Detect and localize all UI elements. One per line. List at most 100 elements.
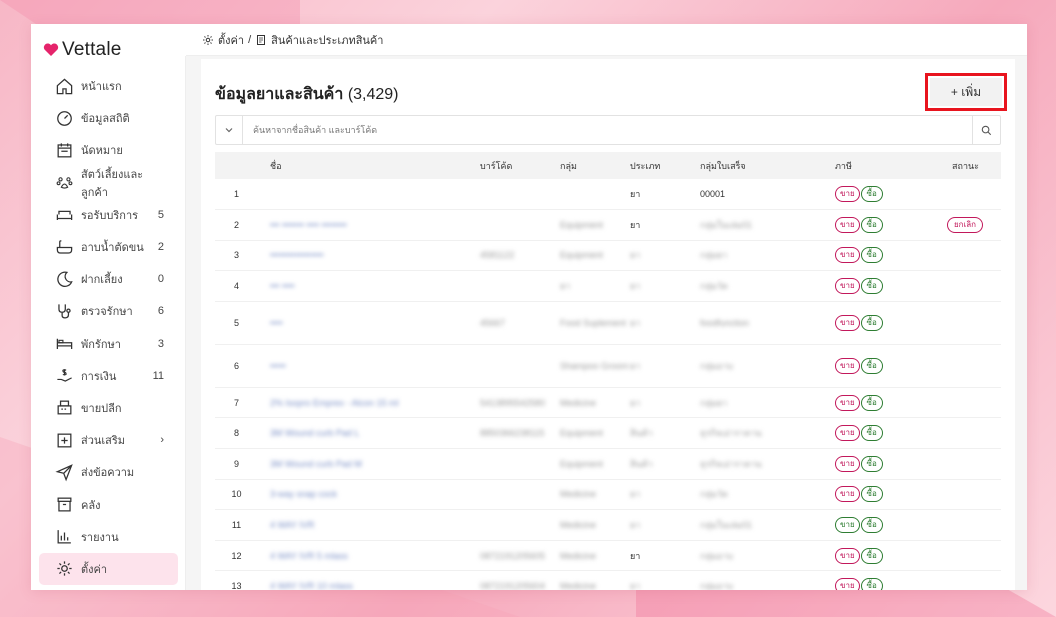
- col-header-receipt-group[interactable]: กลุ่มใบเสร็จ: [700, 152, 835, 179]
- cell-group: Shampoo Groom: [560, 344, 630, 388]
- cell-number: 10: [215, 479, 270, 511]
- calendar-icon: [55, 141, 74, 160]
- cell-status: [930, 540, 1001, 572]
- cell-tax: ขาย ซื้อ: [835, 509, 930, 541]
- col-header-barcode[interactable]: บาร์โค้ด: [480, 152, 560, 179]
- cell-name-text[interactable]: 3-way snap cock: [270, 489, 337, 499]
- cell-barcode: 45667: [480, 301, 560, 345]
- cell-barcode: [480, 179, 560, 211]
- col-header-tax[interactable]: ภาษี: [835, 152, 930, 179]
- table-row[interactable]: 1 ยา 00001 ขาย ซื้อ: [215, 179, 1001, 211]
- cell-name-text[interactable]: ••• ••••••• •••• ••••••••: [270, 220, 347, 230]
- buy-badge: ซื้อ: [860, 186, 883, 203]
- search-button[interactable]: [972, 116, 1000, 144]
- table-row[interactable]: 3 ••••••••••••••••• 4581122 Equipment ยา กลุ่…: [215, 240, 1001, 272]
- cell-name-text[interactable]: 4 WAY IVR 5 mlass: [270, 551, 348, 561]
- table-row[interactable]: 10 3-way snap cock Medicine ยา กลุ่มวัด ขาย ซื…: [215, 479, 1001, 511]
- cell-name-text[interactable]: 4 WAY IVR 10 mlass: [270, 581, 353, 590]
- sell-badge: ขาย: [835, 547, 860, 564]
- app-logo[interactable]: Vettale: [31, 38, 186, 62]
- sidebar-item[interactable]: ตั้งค่า: [39, 552, 178, 585]
- cell-number: 2: [215, 209, 270, 241]
- cell-receipt-group-text: 00001: [700, 189, 726, 200]
- gear-icon: [55, 559, 74, 578]
- table-row[interactable]: 5 •••• 45667 Food Suplement ยา foodfunction ขา…: [215, 301, 1001, 345]
- table-row[interactable]: 11 4 WAY IVR Medicine ยา กลุ่มในเล่ม01 ขาย ซื้…: [215, 509, 1001, 541]
- table-row[interactable]: 2 ••• ••••••• •••• •••••••• Equipment ยา กลุ…: [215, 209, 1001, 241]
- sidebar-item[interactable]: การเงิน 11: [39, 360, 178, 392]
- cell-name-text[interactable]: 2% Isopro Emprex - Alcon 15 ml: [270, 398, 399, 408]
- breadcrumb-current: สินค้าและประเภทสินค้า: [271, 34, 384, 47]
- cell-name-text[interactable]: ••• ••••: [270, 281, 295, 291]
- sidebar-item[interactable]: สัตว์เลี้ยงและลูกค้า: [39, 167, 178, 199]
- cell-type-text: ยา: [630, 397, 641, 408]
- cell-receipt-group: กลุ่มวัด: [700, 270, 835, 302]
- col-header-name[interactable]: ชื่อ: [270, 152, 480, 179]
- table-row[interactable]: 8 3M Wound curb Pad L 8850366238115 Equipme…: [215, 417, 1001, 450]
- sidebar-item[interactable]: รอรับบริการ 5: [39, 199, 178, 231]
- sidebar-item[interactable]: ส่วนเสริม ›: [39, 424, 178, 456]
- breadcrumb-root[interactable]: ตั้งค่า: [218, 31, 244, 49]
- cell-number: 6: [215, 344, 270, 388]
- sidebar-item[interactable]: ข้อมูลสถิติ: [39, 102, 178, 134]
- sidebar-item[interactable]: ฝากเลี้ยง 0: [39, 263, 178, 295]
- sell-badge: ขาย: [835, 357, 860, 374]
- table-row[interactable]: 13 4 WAY IVR 10 mlass 0872191205604 Medicin…: [215, 570, 1001, 590]
- cell-receipt-group-text: กลุ่มวัด: [700, 489, 728, 500]
- table-row[interactable]: 4 ••• •••• ยา ยา กลุ่มวัด ขาย ซื้อ: [215, 270, 1001, 302]
- table-row[interactable]: 12 4 WAY IVR 5 mlass 0872191205605 Medicine…: [215, 540, 1001, 572]
- sidebar-item[interactable]: พักรักษา 3: [39, 328, 178, 360]
- table-row[interactable]: 9 3M Wound curb Pad M Equipment สินค้า ธุรกิ…: [215, 448, 1001, 480]
- search-input[interactable]: [243, 116, 972, 144]
- cell-name-text[interactable]: 4 WAY IVR: [270, 520, 314, 530]
- col-header-group[interactable]: กลุ่ม: [560, 152, 630, 179]
- search-filter-dropdown[interactable]: [216, 116, 243, 144]
- sidebar-item-count: 6: [157, 305, 164, 318]
- cell-tax: ขาย ซื้อ: [835, 240, 930, 272]
- cell-name-text[interactable]: ••••: [270, 318, 283, 328]
- table-row[interactable]: 6 ••••• Shampoo Groom ยา กลุ่มอาบ ขาย ซื้อ: [215, 344, 1001, 388]
- cell-number: 3: [215, 240, 270, 272]
- app-window: Vettale หน้าแรกข้อมูลสถิติ นัดหมาย สัตว์เล…: [31, 24, 1027, 590]
- cell-tax: ขาย ซื้อ: [835, 179, 930, 211]
- col-header-type[interactable]: ประเภท: [630, 152, 700, 179]
- sidebar-item[interactable]: ขายปลีก: [39, 392, 178, 424]
- cell-tax: ขาย ซื้อ: [835, 448, 930, 480]
- table-header-row: ชื่อ บาร์โค้ด กลุ่ม ประเภท กลุ่มใบเสร็จ …: [215, 152, 1001, 179]
- cell-name-text[interactable]: 3M Wound curb Pad L: [270, 428, 359, 438]
- sidebar-item[interactable]: คลัง: [39, 488, 178, 520]
- sidebar-item[interactable]: หน้าแรก: [39, 70, 178, 102]
- cell-barcode: 5413895542580: [480, 387, 560, 419]
- table-row[interactable]: 7 2% Isopro Emprex - Alcon 15 ml 541389554…: [215, 387, 1001, 419]
- sofa-icon: [55, 205, 74, 224]
- cell-receipt-group-text: กลุ่มอาบ: [700, 581, 734, 590]
- stethoscope-icon: [55, 302, 74, 321]
- cell-number-text: 1: [233, 189, 239, 200]
- sidebar-item[interactable]: ส่งข้อความ: [39, 456, 178, 488]
- cell-group: [560, 179, 630, 211]
- col-header-status[interactable]: สถานะ: [930, 152, 1001, 179]
- sidebar-item[interactable]: นัดหมาย: [39, 134, 178, 166]
- sidebar-item-label: หน้าแรก: [81, 81, 122, 94]
- cell-tax: ขาย ซื้อ: [835, 301, 930, 345]
- cell-type: ยา: [630, 179, 700, 211]
- cell-group: Equipment: [560, 417, 630, 450]
- cell-receipt-group: foodfunction: [700, 301, 835, 345]
- sidebar-item[interactable]: อาบน้ำตัดขน 2: [39, 231, 178, 263]
- add-button[interactable]: + เพิ่ม: [930, 78, 1002, 106]
- cell-group-text: Equipment: [560, 250, 604, 261]
- cell-receipt-group: กลุ่มวัด: [700, 479, 835, 511]
- sidebar-item[interactable]: ตรวจรักษา 6: [39, 295, 178, 327]
- cell-receipt-group-text: กลุ่มในเล่ม01: [700, 219, 752, 230]
- search-bar: [215, 115, 1001, 145]
- cell-name-text[interactable]: •••••••••••••••••: [270, 250, 324, 260]
- sidebar-item-label: อาบน้ำตัดขน: [81, 242, 144, 255]
- cell-name-text[interactable]: •••••: [270, 361, 286, 371]
- cell-name-text[interactable]: 3M Wound curb Pad M: [270, 459, 362, 469]
- cell-tax: ขาย ซื้อ: [835, 540, 930, 572]
- buy-badge: ซื้อ: [860, 278, 883, 295]
- cell-type-text: ยา: [630, 250, 641, 261]
- sidebar-item[interactable]: รายงาน: [39, 521, 178, 553]
- cell-status: [930, 301, 1001, 345]
- sell-badge: ขาย: [835, 216, 860, 233]
